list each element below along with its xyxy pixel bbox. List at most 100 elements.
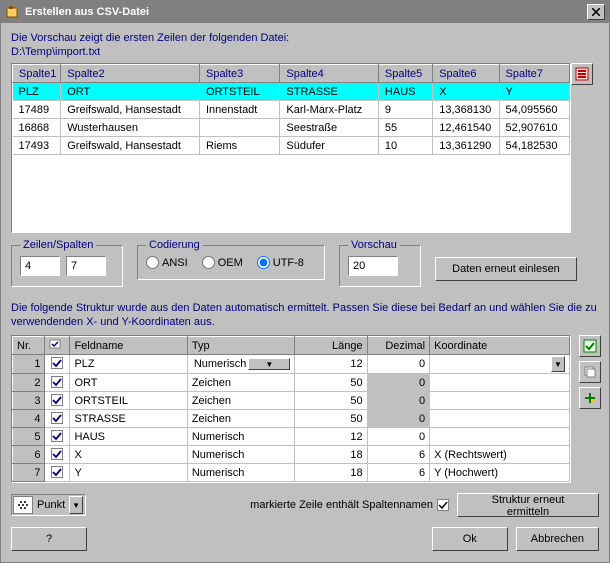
preview-cell[interactable]: Wusterhausen: [61, 119, 200, 137]
copy-row-button[interactable]: [579, 361, 601, 383]
struct-coord-cell[interactable]: ▼: [430, 355, 570, 374]
struct-col-dec[interactable]: Dezimal: [367, 337, 429, 355]
struct-len-cell[interactable]: 12: [295, 428, 367, 446]
struct-coord-cell[interactable]: X (Rechtswert): [430, 446, 570, 464]
header-row-checkbox[interactable]: [437, 499, 449, 511]
struct-type-cell[interactable]: Zeichen: [187, 374, 294, 392]
struct-coord-cell[interactable]: [430, 428, 570, 446]
encoding-utf8[interactable]: UTF-8: [257, 256, 304, 269]
struct-dec-cell[interactable]: 6: [367, 446, 429, 464]
struct-row-nr[interactable]: 4: [13, 410, 45, 428]
struct-len-cell[interactable]: 18: [295, 446, 367, 464]
struct-use-cell[interactable]: [45, 428, 70, 446]
preview-cell[interactable]: Seestraße: [280, 119, 379, 137]
preview-cell[interactable]: 10: [378, 137, 432, 155]
struct-col-nr[interactable]: Nr.: [13, 337, 45, 355]
preview-cell[interactable]: 12,461540: [433, 119, 499, 137]
struct-type-cell[interactable]: Numerisch▼: [187, 355, 294, 374]
struct-row-nr[interactable]: 1: [13, 355, 45, 374]
structure-grid[interactable]: Nr. FeldnameTypLängeDezimalKoordinate 1 PLZ…: [11, 335, 571, 483]
struct-row-nr[interactable]: 2: [13, 374, 45, 392]
ok-button[interactable]: Ok: [432, 527, 508, 551]
preview-header-cell[interactable]: X: [433, 83, 499, 101]
struct-use-cell[interactable]: [45, 446, 70, 464]
struct-dec-cell[interactable]: 0: [367, 392, 429, 410]
struct-type-cell[interactable]: Zeichen: [187, 410, 294, 428]
struct-dec-cell[interactable]: 0: [367, 355, 429, 374]
struct-type-cell[interactable]: Numerisch: [187, 464, 294, 482]
struct-col-use[interactable]: [45, 337, 70, 355]
preview-cell[interactable]: 13,368130: [433, 101, 499, 119]
preview-cell[interactable]: 13,361290: [433, 137, 499, 155]
preview-cell[interactable]: Innenstadt: [199, 101, 279, 119]
struct-col-field[interactable]: Feldname: [70, 337, 187, 355]
struct-field-cell[interactable]: HAUS: [70, 428, 187, 446]
struct-use-cell[interactable]: [45, 355, 70, 374]
preview-cell[interactable]: Greifswald, Hansestadt: [61, 101, 200, 119]
use-checkbox[interactable]: [51, 412, 63, 424]
struct-field-cell[interactable]: X: [70, 446, 187, 464]
struct-coord-cell[interactable]: [430, 374, 570, 392]
cancel-button[interactable]: Abbrechen: [516, 527, 599, 551]
struct-field-cell[interactable]: Y: [70, 464, 187, 482]
struct-use-cell[interactable]: [45, 410, 70, 428]
preview-header-cell[interactable]: STRASSE: [280, 83, 379, 101]
struct-col-len[interactable]: Länge: [295, 337, 367, 355]
struct-field-cell[interactable]: ORT: [70, 374, 187, 392]
struct-dec-cell[interactable]: 0: [367, 428, 429, 446]
encoding-ansi[interactable]: ANSI: [146, 256, 188, 269]
struct-row-nr[interactable]: 6: [13, 446, 45, 464]
struct-len-cell[interactable]: 50: [295, 410, 367, 428]
point-style-combo[interactable]: Punkt ▼: [11, 494, 86, 516]
use-checkbox[interactable]: [51, 448, 63, 460]
type-combo[interactable]: Numerisch▼: [192, 358, 290, 370]
add-row-button[interactable]: [579, 387, 601, 409]
struct-col-coord[interactable]: Koordinate: [430, 337, 570, 355]
struct-field-cell[interactable]: STRASSE: [70, 410, 187, 428]
use-checkbox[interactable]: [51, 357, 63, 369]
preview-cell[interactable]: 55: [378, 119, 432, 137]
cols-input[interactable]: [66, 256, 106, 276]
preview-cell[interactable]: 54,182530: [499, 137, 569, 155]
struct-row-nr[interactable]: 5: [13, 428, 45, 446]
struct-use-cell[interactable]: [45, 392, 70, 410]
struct-field-cell[interactable]: ORTSTEIL: [70, 392, 187, 410]
struct-dec-cell[interactable]: 0: [367, 410, 429, 428]
apply-row-button[interactable]: [579, 335, 601, 357]
struct-field-cell[interactable]: PLZ: [70, 355, 187, 374]
preview-col-header[interactable]: Spalte7: [499, 65, 569, 83]
preview-col-header[interactable]: Spalte2: [61, 65, 200, 83]
preview-cell[interactable]: 17489: [13, 101, 61, 119]
preview-cell[interactable]: Greifswald, Hansestadt: [61, 137, 200, 155]
preview-cell[interactable]: 17493: [13, 137, 61, 155]
preview-cell[interactable]: Südufer: [280, 137, 379, 155]
preview-cell[interactable]: 54,095560: [499, 101, 569, 119]
preview-cell[interactable]: Karl-Marx-Platz: [280, 101, 379, 119]
struct-coord-cell[interactable]: [430, 392, 570, 410]
preview-cell[interactable]: 52,907610: [499, 119, 569, 137]
struct-len-cell[interactable]: 12: [295, 355, 367, 374]
preview-grid[interactable]: Spalte1Spalte2Spalte3Spalte4Spalte5Spalt…: [11, 63, 571, 233]
struct-type-cell[interactable]: Numerisch: [187, 428, 294, 446]
struct-type-cell[interactable]: Numerisch: [187, 446, 294, 464]
preview-cell[interactable]: 9: [378, 101, 432, 119]
preview-col-header[interactable]: Spalte6: [433, 65, 499, 83]
struct-len-cell[interactable]: 50: [295, 392, 367, 410]
preview-cell[interactable]: 16868: [13, 119, 61, 137]
preview-col-header[interactable]: Spalte1: [13, 65, 61, 83]
preview-header-cell[interactable]: PLZ: [13, 83, 61, 101]
coord-combo[interactable]: ▼: [434, 356, 565, 372]
struct-len-cell[interactable]: 50: [295, 374, 367, 392]
detect-structure-button[interactable]: Struktur erneut ermitteln: [457, 493, 599, 517]
close-button[interactable]: [587, 4, 605, 20]
preview-header-cell[interactable]: ORT: [61, 83, 200, 101]
preview-header-cell[interactable]: ORTSTEIL: [199, 83, 279, 101]
use-checkbox[interactable]: [51, 466, 63, 478]
preview-col-header[interactable]: Spalte3: [199, 65, 279, 83]
help-button[interactable]: ?: [11, 527, 87, 551]
preview-cell[interactable]: [199, 119, 279, 137]
use-checkbox[interactable]: [51, 394, 63, 406]
struct-use-cell[interactable]: [45, 374, 70, 392]
struct-col-type[interactable]: Typ: [187, 337, 294, 355]
preview-col-header[interactable]: Spalte4: [280, 65, 379, 83]
